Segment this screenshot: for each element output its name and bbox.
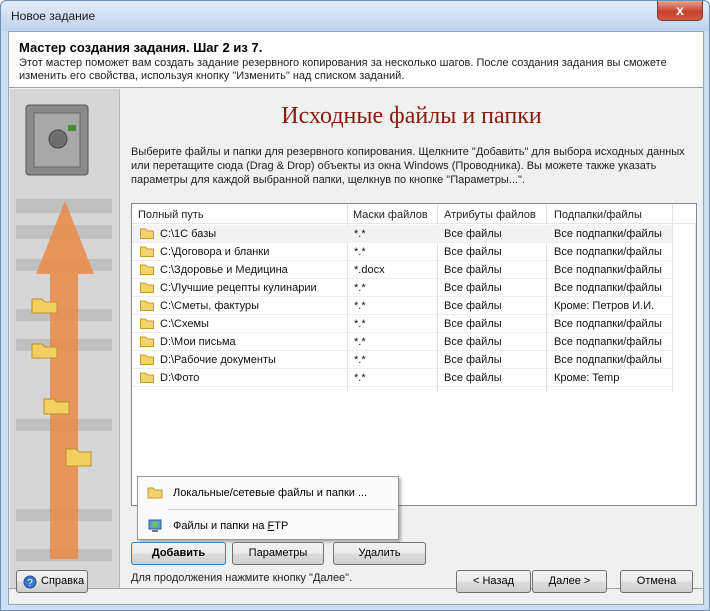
folder-icon [140,336,154,347]
source-list[interactable]: Полный путь Маски файлов Атрибуты файлов… [131,203,697,506]
table-row[interactable]: D:\Мои письма *.* Все файлы Все подпапки/фа… [132,333,672,351]
safe-icon [25,104,89,176]
wizard-description: Этот мастер поможет вам создать задание … [19,57,667,82]
folder-icon [140,300,154,311]
wizard-window: Новое задание x Мастер создания задания.… [0,0,710,611]
help-label: Справка [41,575,85,587]
cell-attrs: Все файлы [444,336,502,348]
folder-icon [140,354,154,365]
cell-path: D:\Мои письма [160,336,236,348]
cell-path: D:\Фото [160,372,200,384]
help-icon: ? [23,575,37,589]
title-bar: Новое задание x [1,1,709,31]
cell-subfolders: Все подпапки/файлы [554,318,662,330]
cancel-button[interactable]: Отмена [620,570,693,593]
help-button[interactable]: ? Справка [16,570,88,593]
folder-icon [140,318,154,329]
cell-attrs: Все файлы [444,228,502,240]
table-row[interactable]: C:\Лучшие рецепты кулинарии *.* Все файлы В… [132,279,672,297]
intro-text: Выберите файлы и папки для резервного ко… [131,146,685,186]
cell-subfolders: Все подпапки/файлы [554,264,662,276]
table-row[interactable]: D:\Рабочие документы *.* Все файлы Все подп… [132,351,672,369]
table-row[interactable]: D:\Фото *.* Все файлы Кроме: Temp [132,369,672,387]
cell-mask: *.* [354,372,366,384]
cell-subfolders: Кроме: Temp [554,372,620,384]
cell-attrs: Все файлы [444,264,502,276]
cell-mask: *.* [354,246,366,258]
cell-path: C:\Здоровье и Медицина [160,264,288,276]
window-title: Новое задание [11,9,96,23]
list-header: Полный путь Маски файлов Атрибуты файлов… [132,204,696,224]
cell-subfolders: Кроме: Петров И.И. [554,300,655,312]
col-attrs[interactable]: Атрибуты файлов [444,209,536,221]
cell-mask: *.* [354,300,366,312]
cell-mask: *.* [354,354,366,366]
cell-mask: *.docx [354,264,385,276]
ftp-globe-icon [148,519,162,532]
list-scrollbar[interactable] [695,224,696,505]
cell-mask: *.* [354,318,366,330]
params-button[interactable]: Параметры [232,542,324,565]
folder-icon [147,487,163,499]
wizard-step-title: Мастер создания задания. Шаг 2 из 7. [19,40,263,55]
wizard-body: Исходные файлы и папки Выберите файлы и … [10,89,702,588]
table-row[interactable]: C:\Сметы, фактуры *.* Все файлы Кроме: Петр… [132,297,672,315]
table-row[interactable]: C:\Схемы *.* Все файлы Все подпапки/файлы [132,315,672,333]
cell-subfolders: Все подпапки/файлы [554,354,662,366]
cell-path: C:\Договора и бланки [160,246,270,258]
continue-hint: Для продолжения нажмите кнопку "Далее". [131,572,353,584]
cell-path: C:\Сметы, фактуры [160,300,260,312]
cell-path: C:\Лучшие рецепты кулинарии [160,282,317,294]
sidebar-art [10,89,119,588]
cell-attrs: Все файлы [444,246,502,258]
menu-item-ftp-label: Файлы и папки на FTP [173,520,289,532]
cell-subfolders: Все подпапки/файлы [554,228,662,240]
cell-path: C:\1С базы [160,228,217,240]
back-button[interactable]: < Назад [456,570,531,593]
cell-subfolders: Все подпапки/файлы [554,336,662,348]
menu-item-ftp[interactable]: Файлы и папки на FTP [138,512,398,540]
cell-path: C:\Схемы [160,318,209,330]
menu-item-local-files[interactable]: Локальные/сетевые файлы и папки ... [138,479,398,507]
close-icon: x [676,2,684,18]
table-row[interactable]: C:\1С базы *.* Все файлы Все подпапки/файлы [132,225,672,243]
col-mask[interactable]: Маски файлов [353,209,428,221]
cell-mask: *.* [354,228,366,240]
cell-subfolders: Все подпапки/файлы [554,246,662,258]
folder-icon [140,282,154,293]
folder-icon [140,372,154,383]
sidebar-illustration [10,89,120,588]
next-button[interactable]: Далее > [532,570,607,593]
close-button[interactable]: x [657,1,703,21]
delete-button[interactable]: Удалить [333,542,426,565]
page-title: Исходные файлы и папки [281,103,542,129]
folder-icon [140,246,154,257]
cell-mask: *.* [354,282,366,294]
dialog-client: Мастер создания задания. Шаг 2 из 7. Это… [8,31,704,605]
cell-attrs: Все файлы [444,318,502,330]
cell-path: D:\Рабочие документы [160,354,276,366]
cell-mask: *.* [354,336,366,348]
main-content: Исходные файлы и папки Выберите файлы и … [121,89,702,588]
cell-attrs: Все файлы [444,372,502,384]
cell-attrs: Все файлы [444,300,502,312]
folder-icon [140,264,154,275]
add-menu-popup: Локальные/сетевые файлы и папки ... Файл… [137,476,399,540]
table-row[interactable]: C:\Здоровье и Медицина *.docx Все файлы Все… [132,261,672,279]
menu-separator [168,509,396,510]
svg-text:?: ? [27,578,33,589]
wizard-header: Мастер создания задания. Шаг 2 из 7. Это… [9,32,703,88]
cell-attrs: Все файлы [444,354,502,366]
menu-item-local-label: Локальные/сетевые файлы и папки ... [173,487,368,499]
col-subfolders[interactable]: Подпапки/файлы [554,209,642,221]
cell-subfolders: Все подпапки/файлы [554,282,662,294]
table-row[interactable]: C:\Договора и бланки *.* Все файлы Все подп… [132,243,672,261]
cell-attrs: Все файлы [444,282,502,294]
folder-icon [140,228,154,239]
col-path[interactable]: Полный путь [138,209,204,221]
add-button[interactable]: Добавить [131,542,226,565]
